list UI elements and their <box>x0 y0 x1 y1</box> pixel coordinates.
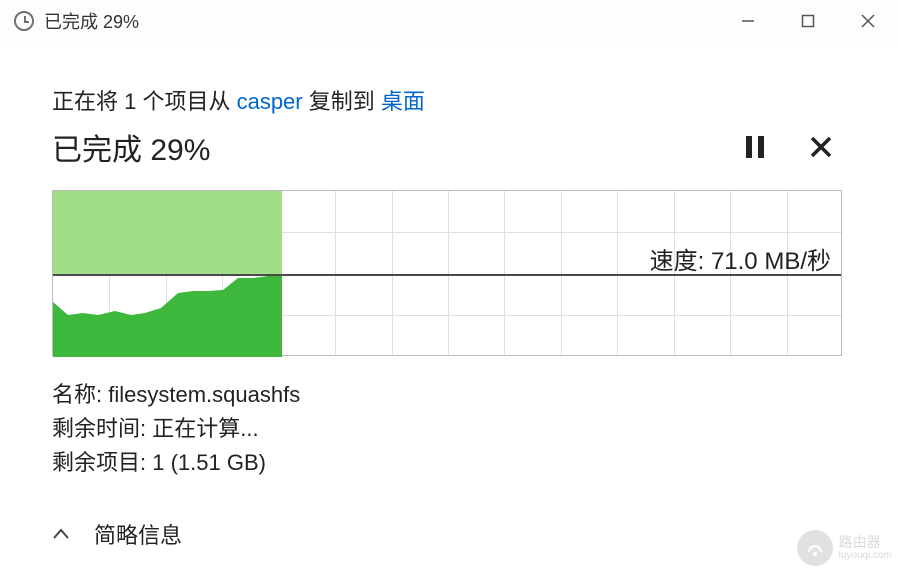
source-link[interactable]: casper <box>237 89 303 114</box>
cancel-icon <box>809 135 833 159</box>
watermark-icon <box>797 530 833 566</box>
window-title: 已完成 29% <box>44 8 718 34</box>
minimize-icon <box>740 13 756 29</box>
minimize-button[interactable] <box>718 0 778 42</box>
progress-text: 已完成 29% <box>52 125 714 169</box>
chevron-up-icon <box>52 528 70 540</box>
watermark: 路由器 luyouqi.com <box>797 530 892 566</box>
speed-label: 速度: 71.0 MB/秒 <box>650 241 831 276</box>
details-section: 名称: filesystem.squashfs 剩余时间: 正在计算... 剩余… <box>52 378 846 480</box>
cancel-button[interactable] <box>796 122 846 172</box>
copy-description: 正在将 1 个项目从 casper 复制到 桌面 <box>52 84 846 116</box>
close-button[interactable] <box>838 0 898 42</box>
chart-upper-fill <box>53 191 282 274</box>
maximize-button[interactable] <box>778 0 838 42</box>
desc-prefix: 正在将 1 个项目从 <box>52 89 237 114</box>
clock-icon <box>14 11 34 31</box>
progress-row: 已完成 29% <box>52 122 846 172</box>
detail-items: 剩余项目: 1 (1.51 GB) <box>52 446 846 480</box>
chart-lower-area <box>53 274 843 357</box>
pause-button[interactable] <box>730 122 780 172</box>
titlebar: 已完成 29% <box>0 0 898 42</box>
watermark-text: 路由器 luyouqi.com <box>839 535 892 561</box>
speed-chart: 速度: 71.0 MB/秒 <box>52 190 842 356</box>
detail-time: 剩余时间: 正在计算... <box>52 412 846 446</box>
destination-link[interactable]: 桌面 <box>381 89 425 114</box>
content-area: 正在将 1 个项目从 casper 复制到 桌面 已完成 29% <box>0 42 898 480</box>
desc-middle: 复制到 <box>303 89 381 114</box>
detail-name: 名称: filesystem.squashfs <box>52 378 846 412</box>
pause-icon <box>744 134 766 160</box>
close-icon <box>860 13 876 29</box>
details-toggle[interactable]: 简略信息 <box>52 518 182 550</box>
maximize-icon <box>801 14 815 28</box>
window-controls <box>718 0 898 42</box>
toggle-label: 简略信息 <box>94 518 182 550</box>
